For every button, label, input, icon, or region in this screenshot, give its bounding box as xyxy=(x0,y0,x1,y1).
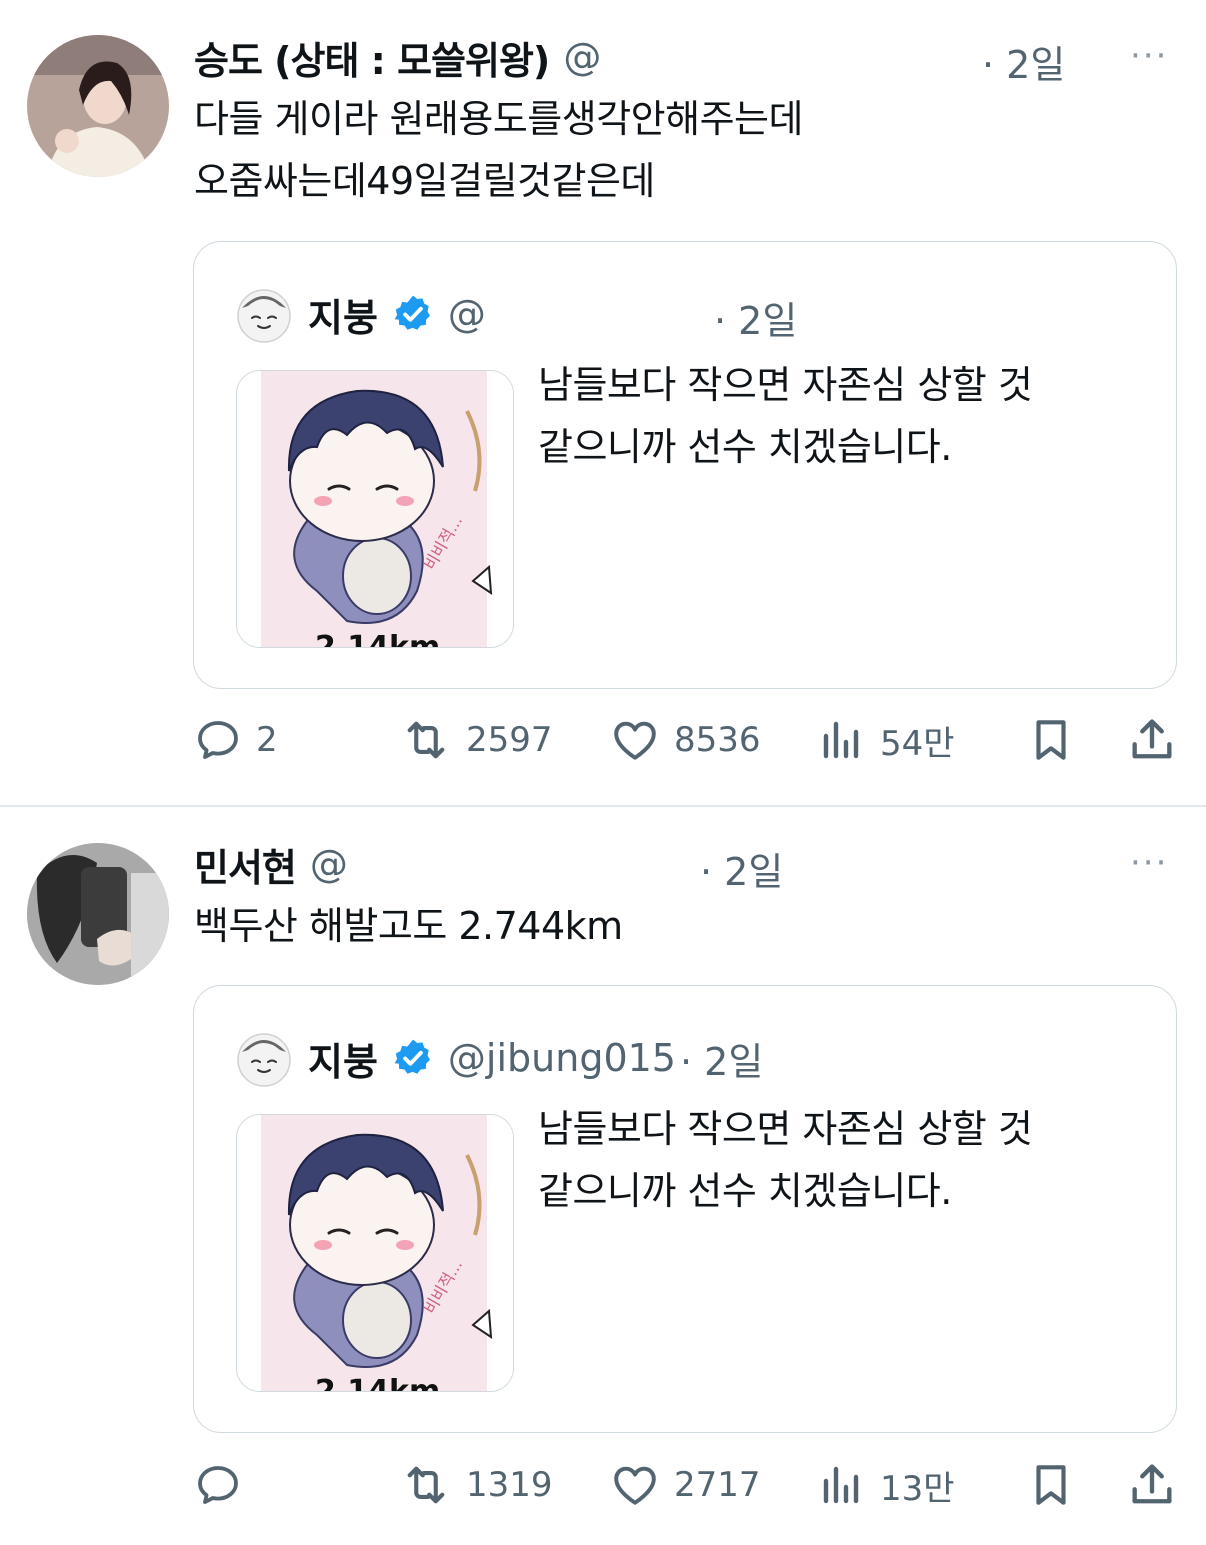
verified-badge-icon xyxy=(392,293,434,335)
display-name[interactable]: 승도 (상태 : 모쓸위왕) xyxy=(194,30,550,85)
share-button[interactable] xyxy=(1126,1455,1178,1515)
views-count: 54만 xyxy=(880,723,955,764)
quote-text-line: 남들보다 작으면 자존심 상할 것 xyxy=(538,1107,1033,1151)
retweet-icon xyxy=(400,714,452,766)
more-options-icon[interactable]: ··· xyxy=(1130,843,1168,883)
quoted-tweet[interactable]: 지붕 @ · 2일 비비적... 2.14km 남들 xyxy=(193,241,1177,689)
action-bar: 2 2597 8536 54만 xyxy=(0,710,1206,770)
speech-bubble-icon xyxy=(194,1461,242,1509)
retweet-icon xyxy=(400,1459,452,1511)
avatar[interactable] xyxy=(234,1028,294,1088)
retweet-count: 2597 xyxy=(466,720,553,760)
retweet-button[interactable]: 1319 xyxy=(400,1455,553,1515)
display-name[interactable]: 민서현 xyxy=(194,837,297,892)
user-handle[interactable]: @jibung015 xyxy=(448,1036,676,1080)
share-button[interactable] xyxy=(1126,710,1178,770)
quoted-tweet[interactable]: 지붕 @jibung015 · 2일 비비적... 2.14km xyxy=(193,985,1177,1433)
quote-media-image[interactable]: 비비적... 2.14km xyxy=(236,1114,514,1392)
image-caption-text: 2.14km xyxy=(315,1374,440,1391)
bookmark-button[interactable] xyxy=(1026,710,1076,770)
share-icon xyxy=(1126,1459,1178,1511)
quote-text-line: 같으니까 선수 치겠습니다. xyxy=(538,1169,952,1213)
like-count: 8536 xyxy=(674,720,761,760)
heart-icon xyxy=(610,1460,660,1510)
quote-text-line: 같으니까 선수 치겠습니다. xyxy=(538,425,952,469)
tweet-text-line: 다들 게이라 원래용도를생각안해주는데 xyxy=(194,97,803,141)
reply-button[interactable]: 2 xyxy=(194,710,278,770)
display-name[interactable]: 지붕 xyxy=(308,287,378,342)
tweet-header: 승도 (상태 : 모쓸위왕) @ xyxy=(194,30,601,85)
quote-text: 남들보다 작으면 자존심 상할 것 같으니까 선수 치겠습니다. xyxy=(538,1098,1138,1222)
display-name[interactable]: 지붕 xyxy=(308,1031,378,1086)
avatar[interactable] xyxy=(27,35,169,177)
like-button[interactable]: 2717 xyxy=(610,1455,761,1515)
speech-bubble-icon xyxy=(194,716,242,764)
bar-chart-icon xyxy=(818,716,866,764)
retweet-count: 1319 xyxy=(466,1465,553,1505)
retweet-button[interactable]: 2597 xyxy=(400,710,553,770)
avatar[interactable] xyxy=(27,843,169,985)
avatar[interactable] xyxy=(234,284,294,344)
verified-badge-icon xyxy=(392,1037,434,1079)
quote-media-image[interactable]: 비비적... 2.14km xyxy=(236,370,514,648)
bookmark-icon xyxy=(1026,1460,1076,1510)
views-button[interactable]: 54만 xyxy=(818,710,955,770)
image-caption-text: 2.14km xyxy=(315,630,440,647)
tweet-text-line: 오줌싸는데49일걸릴것같은데 xyxy=(194,159,655,203)
tweet-header: 민서현 @ xyxy=(194,837,348,892)
tweet-1[interactable]: 승도 (상태 : 모쓸위왕) @ · 2일 ··· 다들 게이라 원래용도를생각… xyxy=(0,0,1206,805)
quote-text: 남들보다 작으면 자존심 상할 것 같으니까 선수 치겠습니다. xyxy=(538,354,1138,478)
quote-text-line: 남들보다 작으면 자존심 상할 것 xyxy=(538,363,1033,407)
heart-icon xyxy=(610,715,660,765)
user-handle[interactable]: @ xyxy=(448,292,486,336)
quote-header: 지붕 @ xyxy=(308,286,486,342)
timestamp[interactable]: · 2일 xyxy=(982,34,1065,89)
reply-button[interactable] xyxy=(194,1455,256,1515)
user-handle[interactable]: @ xyxy=(563,35,601,79)
timestamp[interactable]: · 2일 xyxy=(700,841,783,896)
like-button[interactable]: 8536 xyxy=(610,710,761,770)
views-count: 13만 xyxy=(880,1468,955,1509)
more-options-icon[interactable]: ··· xyxy=(1130,36,1168,76)
tweet-2[interactable]: 민서현 @ · 2일 ··· 백두산 해발고도 2.744km 지붕 @jibu… xyxy=(0,807,1206,1545)
tweet-text: 백두산 해발고도 2.744km xyxy=(194,895,623,957)
like-count: 2717 xyxy=(674,1465,761,1505)
bookmark-button[interactable] xyxy=(1026,1455,1076,1515)
timestamp[interactable]: · 2일 xyxy=(680,1031,763,1086)
user-handle[interactable]: @ xyxy=(310,842,348,886)
bar-chart-icon xyxy=(818,1461,866,1509)
views-button[interactable]: 13만 xyxy=(818,1455,955,1515)
reply-count: 2 xyxy=(256,720,278,760)
timestamp[interactable]: · 2일 xyxy=(714,290,797,345)
tweet-text-line: 백두산 해발고도 2.744km xyxy=(194,904,623,948)
quote-header: 지붕 @jibung015 · 2일 xyxy=(308,1030,763,1086)
bookmark-icon xyxy=(1026,715,1076,765)
share-icon xyxy=(1126,714,1178,766)
action-bar: 1319 2717 13만 xyxy=(0,1455,1206,1515)
tweet-text: 다들 게이라 원래용도를생각안해주는데 오줌싸는데49일걸릴것같은데 xyxy=(194,88,803,212)
